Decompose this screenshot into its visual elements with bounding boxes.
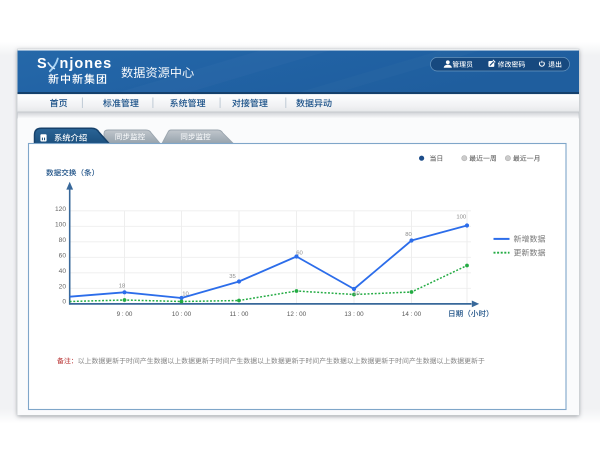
svg-text:60: 60 bbox=[59, 252, 67, 259]
svg-text:S: S bbox=[37, 56, 48, 72]
svg-text:11 : 00: 11 : 00 bbox=[230, 311, 249, 318]
svg-text:100: 100 bbox=[456, 215, 467, 221]
svg-text:18: 18 bbox=[119, 283, 126, 289]
svg-text:0: 0 bbox=[62, 298, 66, 305]
svg-text:40: 40 bbox=[59, 268, 67, 275]
svg-text:10 : 00: 10 : 00 bbox=[172, 311, 192, 318]
svg-text:10: 10 bbox=[353, 291, 360, 297]
svg-text:14 : 00: 14 : 00 bbox=[402, 311, 422, 318]
svg-text:80: 80 bbox=[59, 237, 67, 244]
svg-text:9 : 00: 9 : 00 bbox=[117, 311, 133, 318]
svg-text:13 : 00: 13 : 00 bbox=[344, 311, 364, 318]
svg-text:60: 60 bbox=[296, 250, 303, 256]
svg-text:35: 35 bbox=[229, 274, 236, 280]
svg-text:njones: njones bbox=[60, 56, 113, 72]
svg-text:12 : 00: 12 : 00 bbox=[287, 311, 307, 318]
svg-text:100: 100 bbox=[55, 221, 66, 228]
svg-text:20: 20 bbox=[59, 283, 67, 290]
svg-text:120: 120 bbox=[55, 206, 66, 213]
svg-text:80: 80 bbox=[405, 232, 412, 238]
svg-text:10: 10 bbox=[182, 292, 189, 298]
